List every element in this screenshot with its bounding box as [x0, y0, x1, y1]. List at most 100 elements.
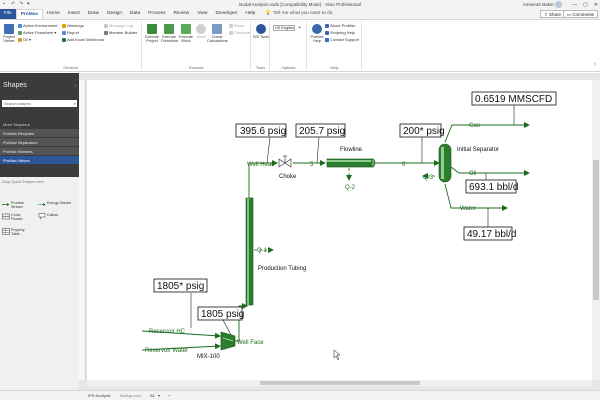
stencil-promax-recycles[interactable]: ProMax Recycles	[0, 129, 79, 138]
reset-button[interactable]: Reset	[229, 23, 244, 29]
flowsheet-icon	[18, 30, 22, 35]
project-viewer-button[interactable]: Project Viewer	[1, 24, 17, 43]
tab-view[interactable]: View	[193, 9, 211, 19]
stream-oil[interactable]	[450, 166, 530, 176]
project-viewer-label: Project Viewer	[3, 35, 15, 44]
scripting-icon	[325, 30, 329, 35]
share-button[interactable]: ⇪ Share	[539, 10, 565, 18]
window-title: Nodal Analysis.vsdx [Compatibility Mode]…	[239, 2, 361, 7]
about-promax-label: About ProMax	[330, 23, 356, 28]
tab-review[interactable]: Review	[169, 9, 193, 19]
message-log-button[interactable]: Message Log	[104, 23, 133, 29]
continue-button[interactable]: Continue	[229, 30, 250, 36]
tab-file[interactable]: File	[0, 9, 16, 19]
collapse-ribbon-icon[interactable]: ⌃	[593, 63, 597, 69]
comments-button[interactable]: ▭ Comments	[562, 10, 598, 18]
warnings-button[interactable]: Warnings	[62, 23, 84, 29]
tab-draw[interactable]: Draw	[84, 9, 103, 19]
vertical-scroll-thumb[interactable]	[593, 160, 599, 300]
stream-gas[interactable]	[444, 122, 530, 143]
choke-valve-icon[interactable]	[278, 155, 292, 168]
about-promax-button[interactable]: About ProMax	[325, 23, 355, 29]
horizontal-scrollbar[interactable]	[87, 380, 592, 386]
oil-button[interactable]: Oil ▾	[18, 37, 31, 43]
label-q3: Q-3	[423, 175, 434, 181]
scripting-help-button[interactable]: Scripting Help	[325, 30, 355, 36]
tab-developer[interactable]: Developer	[212, 9, 242, 19]
page-tab-ipr-analysis[interactable]: IPR Analysis	[88, 391, 110, 400]
lightbulb-icon: 💡	[265, 11, 272, 16]
report-button[interactable]: Report	[62, 30, 79, 36]
avatar[interactable]	[555, 1, 562, 8]
environment-icon	[18, 23, 22, 28]
stream-well-head[interactable]	[248, 160, 278, 200]
sis-tools-icon	[256, 24, 266, 34]
check-calculations-button[interactable]: Check Calculations	[207, 24, 228, 44]
callout-separator-pressure: 200* psig	[403, 126, 445, 137]
report-label: Report	[67, 30, 80, 35]
tab-process[interactable]: Process	[144, 9, 169, 19]
tab-promax[interactable]: ProMax	[15, 9, 44, 19]
tell-me-box[interactable]: 💡 Tell me what you want to do	[265, 9, 332, 19]
tab-home[interactable]: Home	[43, 9, 64, 19]
label-initial-separator: Initial Separator	[457, 147, 499, 153]
maximize-icon[interactable]: ▢	[583, 2, 588, 8]
tab-help[interactable]: Help	[241, 9, 259, 19]
master-label: Process Stream	[11, 201, 24, 209]
tab-data[interactable]: Data	[126, 9, 144, 19]
contact-support-button[interactable]: Contact Support	[325, 37, 359, 43]
abort-icon	[196, 24, 206, 34]
drawing-page[interactable]: 0.6519 MMSCFD 395.6 psig 205.7 psig 200*…	[87, 80, 592, 380]
flowline-pipe-icon[interactable]	[326, 158, 376, 168]
horizontal-scroll-thumb[interactable]	[260, 381, 420, 385]
label-well-head: Well Head	[247, 162, 275, 168]
comments-label: Comments	[572, 12, 594, 17]
initial-separator-icon[interactable]	[438, 143, 452, 183]
label-production-tubing: Production Tubing	[258, 266, 306, 272]
page-tab-all[interactable]: All	[150, 391, 154, 400]
unit-set-dropdown[interactable]: US English	[273, 25, 295, 31]
master-label: Callout	[47, 213, 59, 217]
sis-tools-button[interactable]: SIS Tools	[253, 24, 269, 39]
oil-icon	[18, 37, 22, 42]
tab-insert[interactable]: Insert	[64, 9, 84, 19]
group-tools: SIS Tools Tools	[252, 22, 270, 70]
master-energy-stream[interactable]: Energy Stream	[38, 201, 75, 208]
stencil-promax-separators[interactable]: ProMax Separators	[0, 138, 79, 147]
master-process-stream[interactable]: Process Stream	[2, 201, 33, 209]
execute-block-button[interactable]: Execute Block	[178, 24, 194, 43]
add-excel-workbook-button[interactable]: Add Excel Workbook	[62, 37, 104, 43]
help-icon	[312, 24, 322, 34]
all-pages-chevron-icon[interactable]: ▾	[158, 391, 160, 400]
member-builder-icon	[104, 30, 108, 35]
execute-flowsheet-icon	[164, 24, 174, 34]
minimize-icon[interactable]: —	[572, 2, 577, 8]
stencil-promax-valves[interactable]: ProMax Valves	[0, 156, 79, 165]
support-icon	[325, 37, 329, 42]
master-callout[interactable]: Callout	[38, 213, 67, 220]
promax-help-button[interactable]: ProMax Help	[309, 24, 325, 43]
tab-design[interactable]: Design	[103, 9, 126, 19]
vertical-scrollbar[interactable]	[592, 80, 600, 380]
mixer-icon[interactable]	[220, 331, 236, 351]
search-icon[interactable]: ⌕	[74, 100, 76, 107]
add-page-button[interactable]: +	[168, 391, 170, 400]
active-environment-button[interactable]: Active Environment	[18, 23, 57, 29]
search-shapes-input[interactable]: Search shapes ⌕	[2, 100, 77, 107]
master-cross-flowsheet[interactable]: Cross Flowsh...	[2, 213, 33, 221]
continue-label: Continue	[234, 30, 251, 35]
master-property-table[interactable]: Property Table	[2, 228, 33, 236]
check-calculations-label: Check Calculations	[207, 35, 228, 44]
execute-flowsheet-button[interactable]: Execute Flowsheet	[161, 24, 178, 43]
execute-project-button[interactable]: Execute Project	[144, 24, 160, 43]
close-icon[interactable]: ✕	[594, 2, 598, 8]
unit-set-chevron-icon[interactable]: ⌄	[297, 24, 302, 30]
page-tab-background[interactable]: Background	[120, 391, 141, 400]
more-shapes-link[interactable]: More Shapes ▸	[3, 122, 30, 127]
user-name[interactable]: Ameerah Baker	[523, 2, 554, 7]
collapse-left-icon[interactable]: ‹	[74, 83, 76, 89]
stencil-promax-streams[interactable]: ProMax Streams	[0, 147, 79, 156]
member-builder-button[interactable]: Member Builder	[104, 30, 137, 36]
label-mix100: MIX-100	[197, 354, 220, 360]
active-flowsheet-button[interactable]: Active Flowsheet ▾	[18, 30, 56, 36]
